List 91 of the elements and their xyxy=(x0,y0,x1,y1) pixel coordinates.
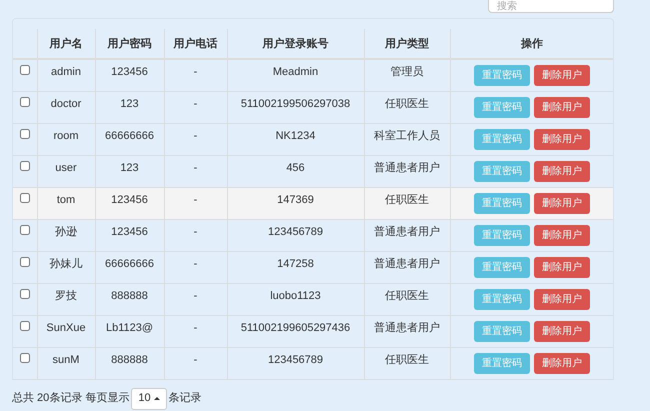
table-cell: 147258 xyxy=(277,258,314,270)
row-checkbox[interactable] xyxy=(20,256,30,266)
table-cell: 123 xyxy=(120,98,139,110)
row-checkbox[interactable] xyxy=(20,352,30,362)
row-checkbox[interactable] xyxy=(20,192,30,202)
delete-user-button[interactable]: 删除用户 xyxy=(534,320,590,342)
table-cell: admin xyxy=(51,66,81,78)
row-checkbox[interactable] xyxy=(20,64,30,74)
table-cell: 66666666 xyxy=(105,130,154,142)
column-header: 用户密码 xyxy=(108,38,152,50)
delete-user-button[interactable]: 删除用户 xyxy=(534,352,590,374)
table-cell: user xyxy=(55,162,77,174)
reset-password-button[interactable]: 重置密码 xyxy=(474,256,530,278)
reset-password-button[interactable]: 重置密码 xyxy=(474,288,530,310)
table-cell: Meadmin xyxy=(272,66,318,78)
table-cell: 罗技 xyxy=(55,290,77,302)
column-header: 用户登录账号 xyxy=(262,38,328,50)
table-cell: 511002199605297436 xyxy=(240,322,350,334)
page-size-select[interactable]: 10 xyxy=(131,388,167,410)
row-checkbox[interactable] xyxy=(20,128,30,138)
table-cell: Lb1123@ xyxy=(106,322,154,334)
delete-user-button[interactable]: 删除用户 xyxy=(534,160,590,182)
table-cell: 任职医生 xyxy=(385,194,429,206)
reset-password-button[interactable]: 重置密码 xyxy=(474,320,530,342)
records-label: 条记录 xyxy=(168,391,202,406)
table-cell: 123456 xyxy=(111,226,148,238)
table-cell: 123456 xyxy=(111,194,148,206)
table-cell: - xyxy=(194,290,198,302)
table-cell: 科室工作人员 xyxy=(374,130,440,142)
delete-user-button[interactable]: 删除用户 xyxy=(534,64,590,86)
table-cell: doctor xyxy=(50,98,82,110)
table-cell: - xyxy=(194,322,198,334)
table-cell: 123456789 xyxy=(268,354,324,366)
table-cell: SunXue xyxy=(46,322,86,334)
table-cell: sunM xyxy=(52,354,80,366)
table-cell: 888888 xyxy=(111,290,148,302)
table-cell: 66666666 xyxy=(105,258,154,270)
table-cell: - xyxy=(194,258,198,270)
column-header: 用户电话 xyxy=(174,38,218,50)
column-header: 用户类型 xyxy=(385,38,429,50)
column-header: 操作 xyxy=(520,38,543,50)
table-cell: room xyxy=(53,130,79,142)
reset-password-button[interactable]: 重置密码 xyxy=(474,192,530,214)
reset-password-button[interactable]: 重置密码 xyxy=(474,224,530,246)
delete-user-button[interactable]: 删除用户 xyxy=(534,256,590,278)
table-cell: - xyxy=(194,226,198,238)
table-cell: NK1234 xyxy=(276,130,316,142)
delete-user-button[interactable]: 删除用户 xyxy=(534,192,590,214)
table-cell: 任职医生 xyxy=(385,354,429,366)
reset-password-button[interactable]: 重置密码 xyxy=(474,160,530,182)
table-cell: - xyxy=(194,162,198,174)
delete-user-button[interactable]: 删除用户 xyxy=(534,96,590,118)
table-cell: - xyxy=(194,194,198,206)
row-checkbox[interactable] xyxy=(20,320,30,330)
table-cell: 普通患者用户 xyxy=(374,226,440,238)
reset-password-button[interactable]: 重置密码 xyxy=(474,128,530,150)
caret-icon xyxy=(154,397,160,400)
search-field[interactable]: 搜索 xyxy=(488,0,614,13)
table-cell: - xyxy=(194,130,198,142)
reset-password-button[interactable]: 重置密码 xyxy=(474,96,530,118)
column-header: 用户名 xyxy=(50,38,82,50)
row-checkbox[interactable] xyxy=(20,96,30,106)
row-checkbox[interactable] xyxy=(20,160,30,170)
reset-password-button[interactable]: 重置密码 xyxy=(474,64,530,86)
row-checkbox[interactable] xyxy=(20,224,30,234)
table-cell: 普通患者用户 xyxy=(374,322,440,334)
table-cell: - xyxy=(194,98,198,110)
table-cell: 147369 xyxy=(277,194,314,206)
delete-user-button[interactable]: 删除用户 xyxy=(534,288,590,310)
table-cell: 普通患者用户 xyxy=(374,258,440,270)
table-cell: 任职医生 xyxy=(385,98,429,110)
table-cell: 孙妹儿 xyxy=(50,258,82,270)
record-count-text: 总共 20条记录 每页显示 xyxy=(12,391,130,406)
delete-user-button[interactable]: 删除用户 xyxy=(534,128,590,150)
table-cell: 任职医生 xyxy=(385,290,429,302)
table-cell: 123 xyxy=(120,162,139,174)
table-cell: luobo1123 xyxy=(270,290,321,302)
delete-user-button[interactable]: 删除用户 xyxy=(534,224,590,246)
table-cell: 管理员 xyxy=(390,66,424,78)
table-cell: 456 xyxy=(286,162,305,174)
table-cell: - xyxy=(194,354,198,366)
table-cell: 888888 xyxy=(111,354,148,366)
table-cell: 普通患者用户 xyxy=(374,162,440,174)
row-checkbox[interactable] xyxy=(20,288,30,298)
table-cell: 123456789 xyxy=(268,226,324,238)
table-cell: 123456 xyxy=(111,66,148,78)
table-cell: tom xyxy=(56,194,76,206)
reset-password-button[interactable]: 重置密码 xyxy=(474,352,530,374)
table-cell: - xyxy=(194,66,198,78)
table-cell: 孙逊 xyxy=(55,226,77,238)
table-cell: 511002199506297038 xyxy=(240,98,350,110)
